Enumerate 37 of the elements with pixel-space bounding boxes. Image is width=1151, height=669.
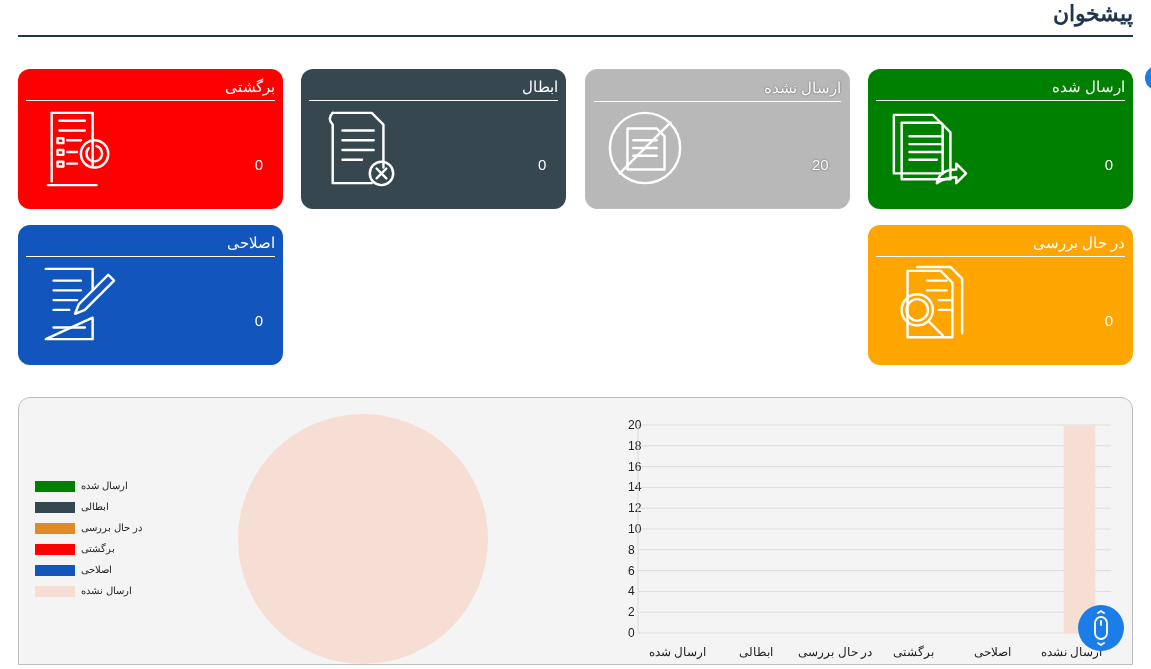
y-tick-label: 16 (628, 459, 642, 474)
card-count: 0 (1104, 154, 1113, 175)
card-title: اصلاحی (227, 233, 275, 253)
card-count: 0 (1104, 310, 1113, 331)
card-count: 0 (538, 154, 547, 175)
x-tick-label: ارسال شده (648, 645, 707, 659)
y-tick-label: 6 (628, 563, 635, 578)
legend-label: اصلاحی (81, 563, 112, 577)
card-title: برگشتی (225, 77, 275, 97)
y-tick-label: 18 (628, 438, 642, 453)
x-tick-label: اصلاحی (974, 645, 1012, 659)
legend-label: برگشتی (81, 542, 115, 557)
page-title: پیشخوان (1053, 0, 1133, 28)
card-count: 20 (812, 154, 829, 175)
x-tick-label: ارسال نشده (1040, 645, 1103, 659)
card-title: ابطال (522, 77, 559, 97)
card-title: ارسال شده (1051, 77, 1125, 97)
card-count: 0 (254, 310, 263, 331)
x-tick-label: برگشتی (893, 645, 935, 659)
y-tick-label: 12 (628, 501, 642, 516)
legend-label: ارسال شده (81, 479, 128, 494)
legend-label: در حال بررسی (81, 521, 142, 536)
card-title: ارسال نشده (763, 78, 841, 98)
y-tick-label: 8 (628, 542, 635, 557)
y-tick-label: 14 (628, 480, 642, 495)
y-tick-label: 0 (628, 626, 635, 640)
card-title: در حال بررسی (1032, 233, 1125, 253)
legend-label: ارسال نشده (81, 584, 132, 599)
y-tick-label: 2 (628, 605, 635, 620)
y-tick-label: 4 (628, 584, 635, 599)
x-tick-label: ابطالی (739, 645, 774, 659)
mouse-icon (1091, 609, 1111, 647)
y-tick-label: 20 (628, 418, 642, 432)
y-tick-label: 10 (628, 522, 642, 536)
card-count: 0 (254, 154, 263, 175)
x-tick-label: در حال بررسی (798, 645, 872, 659)
legend-label: ابطالی (81, 500, 109, 514)
